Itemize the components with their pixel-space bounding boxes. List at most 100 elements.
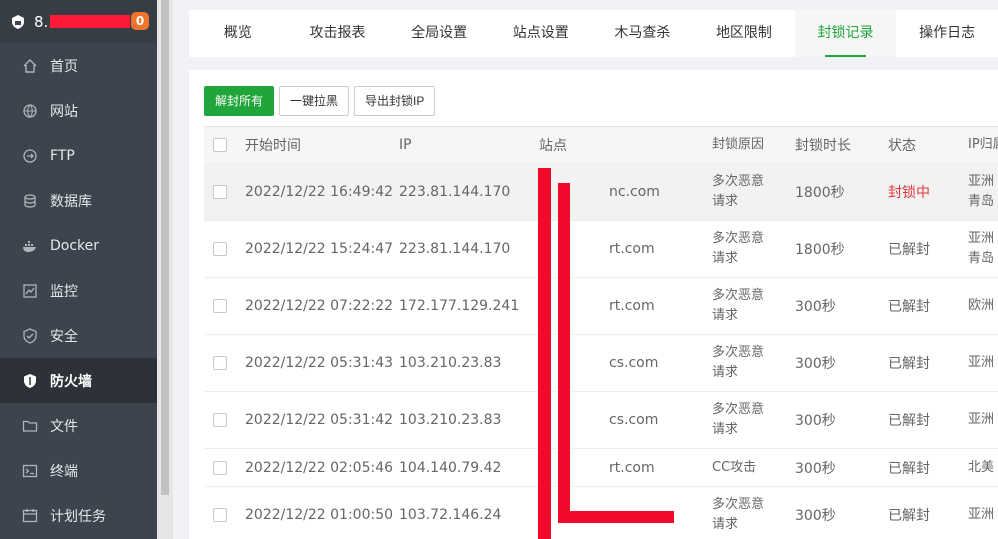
table-row[interactable]: 2022/12/22 07:22:22 172.177.129.241 rt.com… [204, 278, 998, 335]
start-time: 2022/12/22 15:24:47 [245, 241, 394, 257]
block-reason: 多次恶意 请求 [712, 400, 764, 440]
select-all-checkbox[interactable] [213, 138, 227, 152]
site-name: nc.com [609, 184, 660, 200]
block-duration: 300秒 [795, 356, 836, 372]
table-header: 开始时间 IP 站点 封锁原因 封锁时长 状态 IP归属 [204, 127, 998, 164]
firewall-icon [22, 373, 38, 389]
row-checkbox[interactable] [213, 413, 227, 427]
ip-location: 亚洲 青岛 [968, 229, 994, 269]
reason-line: 请求 [712, 194, 739, 209]
ip-address: 103.210.23.83 [399, 412, 502, 428]
tab-3[interactable]: 站点设置 [490, 10, 592, 57]
reason-line: 请求 [712, 422, 739, 437]
block-reason: CC攻击 [712, 459, 757, 475]
blacklist-all-button[interactable]: 一键拉黑 [279, 86, 350, 116]
folder-icon [22, 418, 38, 434]
ip-location: 亚洲 [968, 412, 995, 427]
sidebar-item-label: 安全 [50, 328, 78, 345]
block-reason: 多次恶意 请求 [712, 495, 764, 535]
table-row[interactable]: 2022/12/22 15:24:47 223.81.144.170 rt.com 多… [204, 221, 998, 278]
terminal-icon [22, 463, 38, 479]
scrollbar-thumb[interactable] [161, 0, 169, 495]
location-line: 亚洲 [968, 174, 995, 189]
start-time: 2022/12/22 02:05:46 [245, 459, 394, 476]
start-time: 2022/12/22 01:00:50 [245, 507, 394, 523]
tab-4[interactable]: 木马查杀 [592, 10, 694, 57]
row-checkbox[interactable] [213, 185, 227, 199]
reason-line: 请求 [712, 517, 739, 532]
tab-2[interactable]: 全局设置 [388, 10, 490, 57]
reason-line: 请求 [712, 365, 739, 380]
unblock-all-button[interactable]: 解封所有 [204, 86, 275, 116]
sidebar-item-5[interactable]: 监控 [0, 268, 157, 313]
redaction-mark-vertical [558, 183, 570, 523]
status-badge: 已解封 [888, 460, 930, 477]
header-location: IP归属 [968, 137, 998, 152]
sidebar-item-4[interactable]: Docker [0, 223, 157, 268]
sidebar-item-8[interactable]: 文件 [0, 403, 157, 448]
notification-badge[interactable]: 0 [131, 12, 149, 30]
block-duration: 1800秒 [795, 242, 845, 258]
reason-line: 多次恶意 [712, 497, 765, 512]
block-duration: 1800秒 [795, 185, 845, 201]
table-row[interactable]: 2022/12/22 05:31:43 103.210.23.83 cs.com 多次… [204, 335, 998, 392]
sidebar-item-7[interactable]: 防火墙 [0, 358, 157, 403]
sidebar-item-label: 终端 [50, 463, 78, 480]
toolbar: 解封所有 一键拉黑 导出封锁IP [204, 86, 436, 116]
sidebar-item-label: 计划任务 [50, 508, 106, 525]
sidebar-item-3[interactable]: 数据库 [0, 178, 157, 223]
table-row[interactable]: 2022/12/22 16:49:42 223.81.144.170 nc.com 多… [204, 164, 998, 221]
block-duration: 300秒 [795, 413, 836, 429]
site-name: rt.com [609, 241, 655, 257]
block-reason: 多次恶意 请求 [712, 229, 764, 269]
tab-0[interactable]: 概览 [189, 10, 287, 57]
row-checkbox[interactable] [213, 508, 227, 522]
block-duration: 300秒 [795, 508, 836, 524]
sidebar-item-0[interactable]: 首页 [0, 43, 157, 88]
sidebar-item-2[interactable]: FTP [0, 133, 157, 178]
start-time: 2022/12/22 16:49:42 [245, 184, 394, 200]
sidebar-item-1[interactable]: 网站 [0, 88, 157, 133]
firewall-tabs: 概览 攻击报表 全局设置 站点设置 木马查杀 地区限制 封锁记录 操作日志 [189, 10, 998, 57]
tab-5[interactable]: 地区限制 [693, 10, 795, 57]
row-checkbox[interactable] [213, 356, 227, 370]
ip-location: 亚洲 青岛 [968, 172, 994, 212]
sidebar-item-label: 监控 [50, 283, 78, 300]
table-row[interactable]: 2022/12/22 05:31:42 103.210.23.83 cs.com 多次… [204, 392, 998, 449]
ip-address: 103.72.146.24 [399, 507, 502, 523]
site-name: rt.com [609, 298, 655, 314]
tab-6[interactable]: 封锁记录 [794, 10, 897, 57]
tab-7[interactable]: 操作日志 [896, 10, 998, 57]
header-site: 站点 [539, 138, 567, 154]
shield-icon [22, 327, 38, 344]
site-name: cs.com [609, 355, 659, 371]
block-duration: 300秒 [795, 299, 836, 315]
server-host: 8. [34, 12, 49, 31]
reason-line: 多次恶意 [712, 402, 765, 417]
row-checkbox[interactable] [213, 460, 227, 475]
location-line: 青岛 [968, 251, 995, 266]
table-row[interactable]: 2022/12/22 02:05:46 104.140.79.42 rt.com CC… [204, 449, 998, 487]
status-badge: 已解封 [888, 508, 930, 524]
sidebar-item-label: 首页 [50, 58, 78, 75]
sidebar-item-10[interactable]: 计划任务 [0, 493, 157, 538]
ip-location: 北美 [968, 459, 995, 475]
clock-icon [22, 508, 38, 524]
row-checkbox[interactable] [213, 242, 227, 256]
export-blocked-ip-button[interactable]: 导出封锁IP [354, 86, 436, 116]
redacted-host [50, 15, 131, 28]
header-ip: IP [399, 137, 412, 153]
row-checkbox[interactable] [213, 299, 227, 313]
sidebar-item-label: 网站 [50, 103, 78, 120]
ip-address: 104.140.79.42 [399, 459, 502, 476]
tab-1[interactable]: 攻击报表 [287, 10, 389, 57]
status-badge: 已解封 [888, 242, 930, 258]
sidebar-scrollbar[interactable] [157, 0, 173, 539]
block-reason: 多次恶意 请求 [712, 172, 764, 212]
sidebar-item-9[interactable]: 终端 [0, 448, 157, 493]
reason-line: 请求 [712, 308, 739, 323]
sidebar: 8. 0 首页网站 FTP 数据库 Docker 监控安全防火墙 文件终端计划任务 [0, 0, 157, 539]
location-line: 亚洲 [968, 231, 995, 246]
sidebar-item-label: 数据库 [50, 193, 92, 210]
sidebar-item-6[interactable]: 安全 [0, 313, 157, 358]
